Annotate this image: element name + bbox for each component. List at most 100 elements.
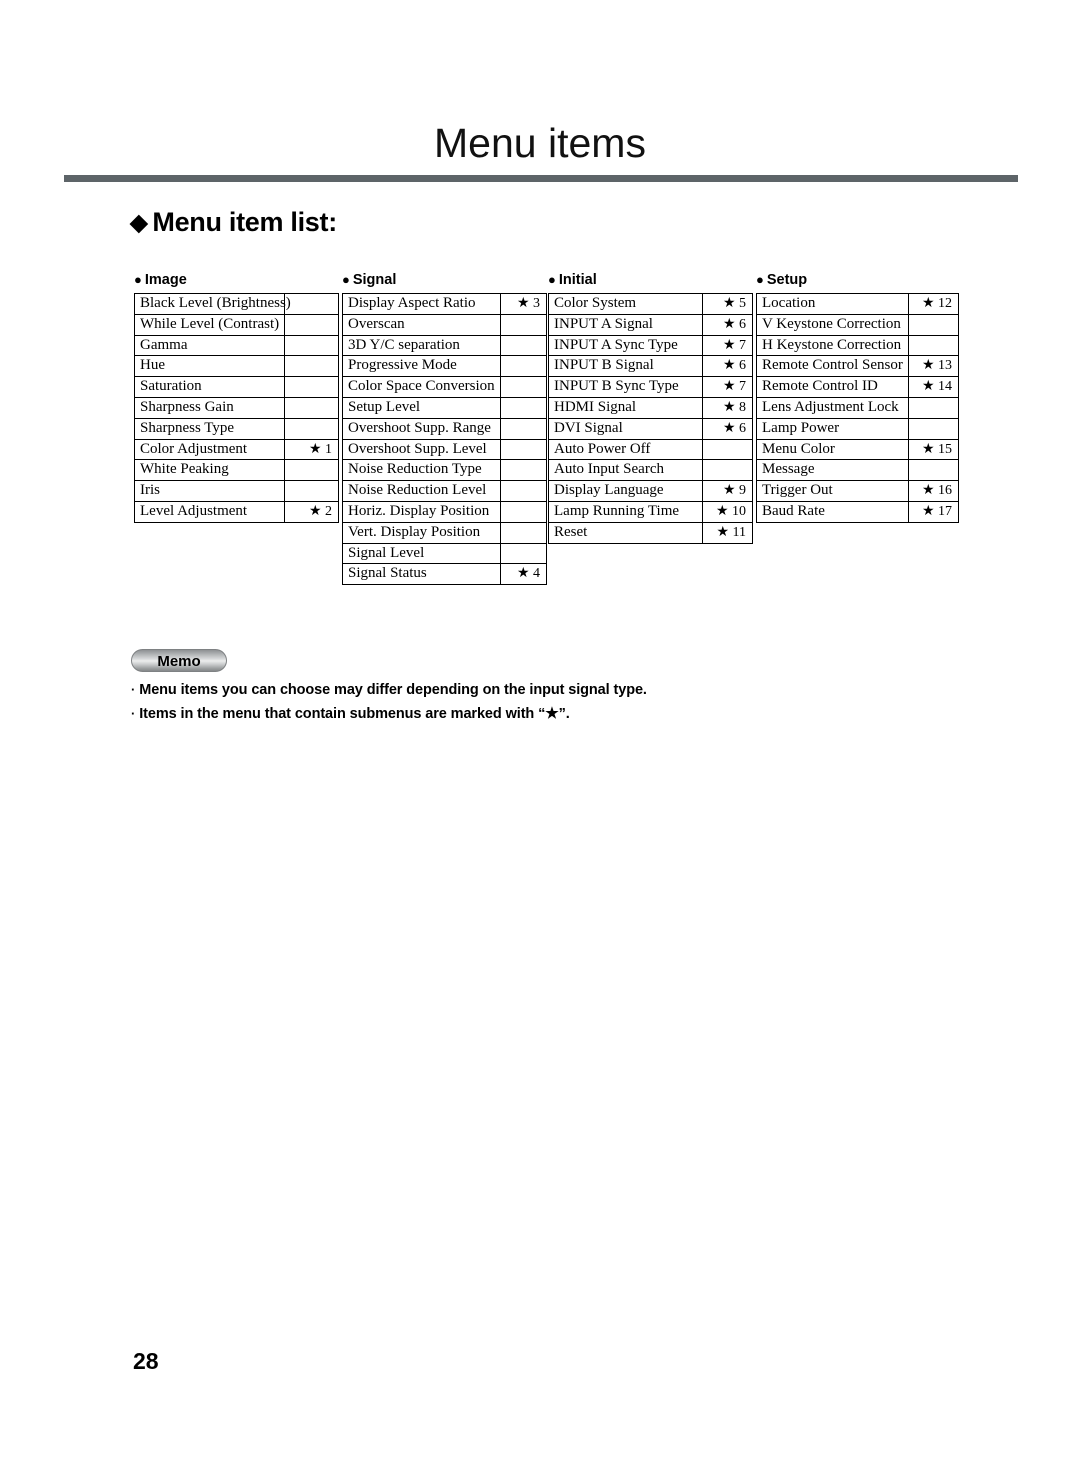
table-row[interactable]: Noise Reduction Level [342,480,547,502]
menu-item-label: Color System [548,293,703,315]
menu-table-signal: Display Aspect Ratio ★ 3 Overscan 3D Y/C … [342,293,547,586]
table-row[interactable]: While Level (Contrast) [134,313,339,336]
table-row[interactable]: Lamp Running Time ★ 10 [548,500,753,523]
menu-item-ref: ★ 11 [702,521,753,544]
menu-item-ref [284,334,339,357]
table-row[interactable]: Overshoot Supp. Range [342,417,547,440]
bullet-icon: ● [134,271,142,287]
menu-table-setup: Location ★ 12 V Keystone Correction H Key… [756,293,959,523]
table-row[interactable]: Auto Power Off [548,438,753,461]
table-row[interactable]: Overscan [342,313,547,336]
table-row[interactable]: Display Language ★ 9 [548,480,753,502]
memo-bullet-icon: · [131,682,136,697]
table-row[interactable]: Display Aspect Ratio ★ 3 [342,293,547,315]
menu-item-label: Progressive Mode [342,355,501,378]
menu-column-header-image: ● Image [134,271,339,289]
table-row[interactable]: Menu Color ★ 15 [756,438,959,461]
table-row[interactable]: Sharpness Gain [134,396,339,419]
table-row[interactable]: Remote Control ID ★ 14 [756,376,959,398]
table-row[interactable]: Saturation [134,376,339,398]
table-row[interactable]: White Peaking [134,459,339,482]
table-row[interactable]: Trigger Out ★ 16 [756,480,959,502]
menu-item-ref [284,396,339,419]
page-number: 28 [133,1348,159,1374]
table-row[interactable]: Setup Level [342,396,547,419]
table-row[interactable]: Auto Input Search [548,459,753,482]
memo-note-2-prefix: Items in the menu that contain submenus … [139,706,546,722]
table-row[interactable]: Baud Rate ★ 17 [756,500,959,523]
menu-item-ref [908,459,959,482]
menu-item-label: INPUT A Signal [548,313,703,336]
menu-item-label: Display Aspect Ratio [342,293,501,315]
menu-item-ref: ★ 7 [702,334,753,357]
table-row[interactable]: Overshoot Supp. Level [342,438,547,461]
menu-item-ref: ★ 2 [284,500,339,523]
table-row[interactable]: INPUT A Signal ★ 6 [548,313,753,336]
table-row[interactable]: HDMI Signal ★ 8 [548,396,753,419]
menu-column-initial: ● Initial Color System ★ 5 INPUT A Signal ★… [548,271,753,544]
menu-item-ref: ★ 8 [702,396,753,419]
table-row[interactable]: Lens Adjustment Lock [756,396,959,419]
table-row[interactable]: INPUT B Sync Type ★ 7 [548,376,753,398]
table-row[interactable]: 3D Y/C separation [342,334,547,357]
menu-item-label: Reset [548,521,703,544]
table-row[interactable]: Vert. Display Position [342,521,547,544]
menu-item-ref [500,334,547,357]
table-row[interactable]: Horiz. Display Position [342,500,547,523]
memo-note-1-text: Menu items you can choose may differ dep… [139,682,647,698]
table-row[interactable]: Noise Reduction Type [342,459,547,482]
menu-item-label: Remote Control Sensor [756,355,909,378]
menu-item-ref: ★ 15 [908,438,959,461]
menu-column-header-label: Signal [352,272,397,288]
section-heading: ◆ Menu item list: [130,207,337,238]
menu-item-label: Menu Color [756,438,909,461]
table-row[interactable]: DVI Signal ★ 6 [548,417,753,440]
table-row[interactable]: Lamp Power [756,417,959,440]
menu-item-label: Color Space Conversion [342,376,501,398]
menu-item-ref: ★ 6 [702,417,753,440]
menu-item-ref: ★ 1 [284,438,339,461]
menu-item-ref: ★ 7 [702,376,753,398]
table-row[interactable]: Hue [134,355,339,378]
menu-item-label: Baud Rate [756,500,909,523]
table-row[interactable]: Progressive Mode [342,355,547,378]
table-row[interactable]: Signal Level [342,542,547,565]
menu-item-ref [500,542,547,565]
table-row[interactable]: Color Adjustment ★ 1 [134,438,339,461]
table-row[interactable]: Location ★ 12 [756,293,959,315]
table-row[interactable]: Message [756,459,959,482]
table-row[interactable]: Gamma [134,334,339,357]
menu-item-ref [500,396,547,419]
table-row[interactable]: Remote Control Sensor ★ 13 [756,355,959,378]
table-row[interactable]: V Keystone Correction [756,313,959,336]
table-row[interactable]: Color System ★ 5 [548,293,753,315]
menu-item-ref: ★ 17 [908,500,959,523]
memo-block: Memo · Menu items you can choose may diff… [131,649,931,726]
menu-item-label: HDMI Signal [548,396,703,419]
table-row[interactable]: H Keystone Correction [756,334,959,357]
menu-item-label: Auto Input Search [548,459,703,482]
table-row[interactable]: INPUT B Signal ★ 6 [548,355,753,378]
menu-item-ref: ★ 6 [702,355,753,378]
menu-item-ref [500,521,547,544]
table-row[interactable]: Level Adjustment ★ 2 [134,500,339,523]
menu-item-label: Message [756,459,909,482]
menu-item-ref [500,438,547,461]
menu-item-label: Overshoot Supp. Range [342,417,501,440]
menu-item-ref [284,417,339,440]
menu-item-label: H Keystone Correction [756,334,909,357]
table-row[interactable]: Iris [134,480,339,502]
menu-column-header-label: Image [144,272,187,288]
menu-item-label: White Peaking [134,459,285,482]
menu-column-image: ● Image Black Level (Brightness) While Le… [134,271,339,523]
menu-item-label: Lamp Power [756,417,909,440]
table-row[interactable]: Black Level (Brightness) [134,293,339,315]
table-row[interactable]: Color Space Conversion [342,376,547,398]
menu-item-label: Overshoot Supp. Level [342,438,501,461]
table-row[interactable]: Sharpness Type [134,417,339,440]
menu-item-label: Location [756,293,909,315]
table-row[interactable]: INPUT A Sync Type ★ 7 [548,334,753,357]
page-title: Menu items [434,120,646,166]
table-row[interactable]: Signal Status ★ 4 [342,563,547,586]
table-row[interactable]: Reset ★ 11 [548,521,753,544]
